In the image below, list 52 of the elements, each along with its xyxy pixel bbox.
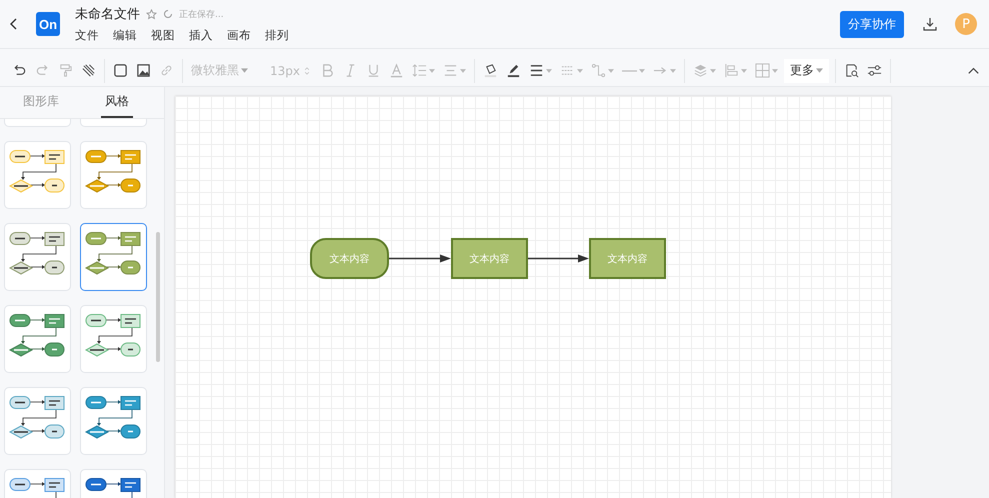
rectangle-icon xyxy=(113,63,128,78)
star-icon[interactable] xyxy=(146,8,157,20)
font-color-icon xyxy=(389,63,404,78)
menu-item[interactable]: 编辑 xyxy=(113,28,137,43)
caret-icon xyxy=(546,68,552,72)
caret-icon xyxy=(741,68,747,72)
caret-icon xyxy=(241,68,248,73)
settings-icon xyxy=(867,63,882,78)
menu-item[interactable]: 文件 xyxy=(75,28,99,43)
caret-icon xyxy=(816,68,823,73)
menu-item[interactable]: 排列 xyxy=(265,28,289,43)
link-icon xyxy=(159,63,174,78)
menu-item[interactable]: 插入 xyxy=(189,28,213,43)
caret-icon xyxy=(608,68,614,72)
pen-icon xyxy=(506,63,521,78)
fill-bucket-icon xyxy=(483,63,498,78)
image-icon xyxy=(136,63,151,78)
caret-icon xyxy=(429,68,435,72)
menu-item[interactable]: 画布 xyxy=(227,28,251,43)
eraser-icon xyxy=(81,63,96,78)
caret-icon xyxy=(577,68,583,72)
undo-icon xyxy=(12,63,27,78)
share-button[interactable]: 分享协作 xyxy=(840,10,904,38)
line-width-icon xyxy=(529,63,544,78)
line-icon xyxy=(622,70,637,72)
caret-icon xyxy=(670,68,676,72)
caret-icon xyxy=(460,68,466,72)
layers-icon xyxy=(693,63,708,78)
sync-icon xyxy=(163,9,173,19)
scrollbar-thumb[interactable] xyxy=(156,232,160,362)
align-objects-icon xyxy=(724,63,739,78)
underline-icon xyxy=(366,63,381,78)
line-height-icon xyxy=(412,63,427,78)
caret-icon xyxy=(772,68,778,72)
bold-icon xyxy=(320,63,335,78)
distribute-icon xyxy=(755,63,770,78)
app-logo: On xyxy=(36,12,60,36)
caret-icon xyxy=(639,68,645,72)
paint-roller-icon xyxy=(58,63,73,78)
style-card[interactable] xyxy=(80,223,147,291)
redo-icon xyxy=(35,63,50,78)
align-icon xyxy=(443,63,458,78)
connector-icon xyxy=(591,63,606,78)
connector-arrow xyxy=(528,254,589,262)
document-title[interactable]: 未命名文件 xyxy=(75,5,140,23)
download-icon[interactable] xyxy=(922,16,938,32)
connector-arrow xyxy=(389,254,451,262)
menu-item[interactable]: 视图 xyxy=(151,28,175,43)
save-status: 正在保存... xyxy=(179,8,224,20)
more-dropdown[interactable]: 更多 xyxy=(784,58,829,82)
caret-icon xyxy=(710,68,716,72)
search-icon xyxy=(844,63,859,78)
